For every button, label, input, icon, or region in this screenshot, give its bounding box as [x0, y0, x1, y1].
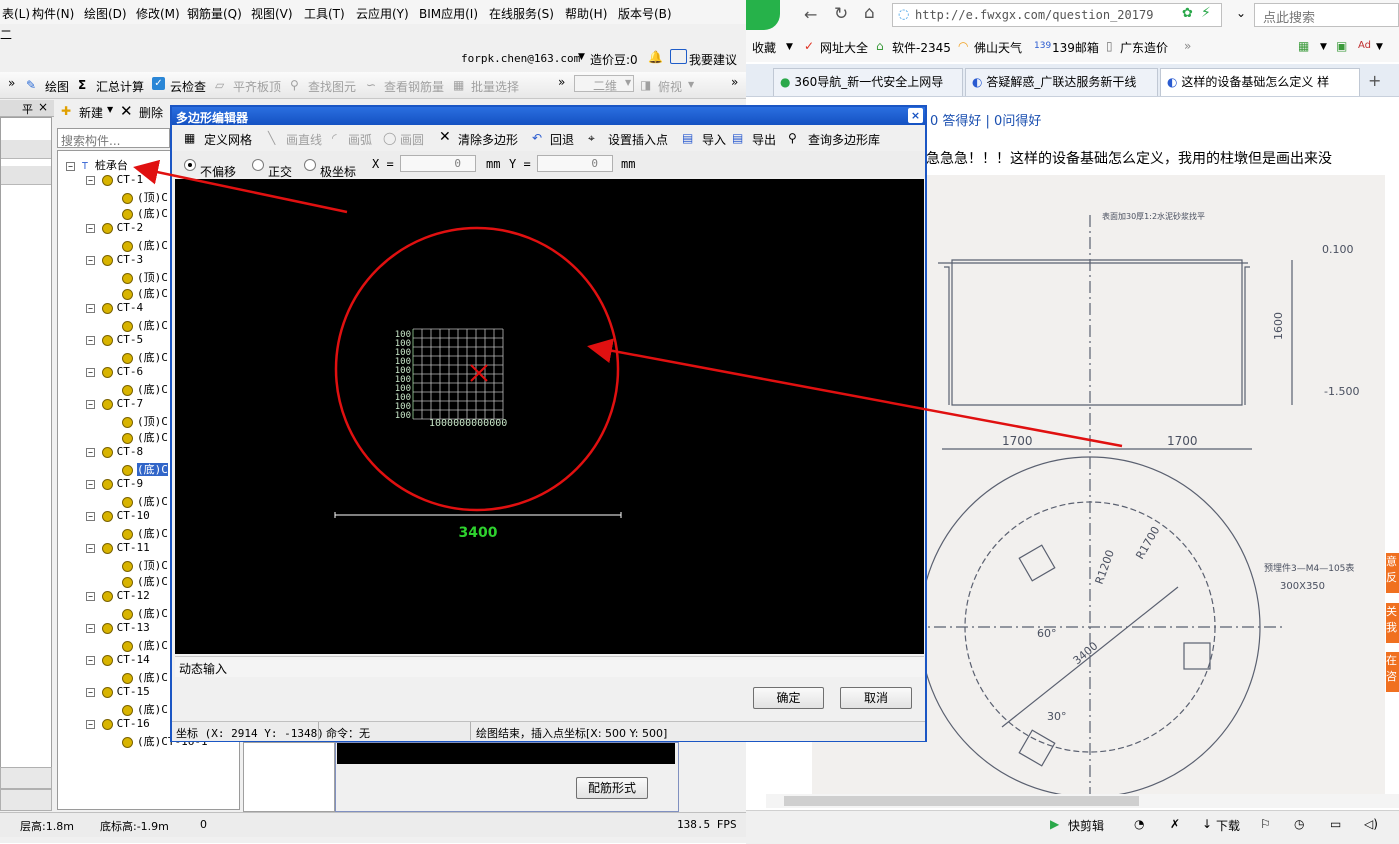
annotation-overlay — [133, 159, 1123, 512]
annotation-arrow — [133, 159, 348, 214]
annotation-arrow — [587, 338, 1123, 448]
annotation-circle — [334, 226, 620, 512]
